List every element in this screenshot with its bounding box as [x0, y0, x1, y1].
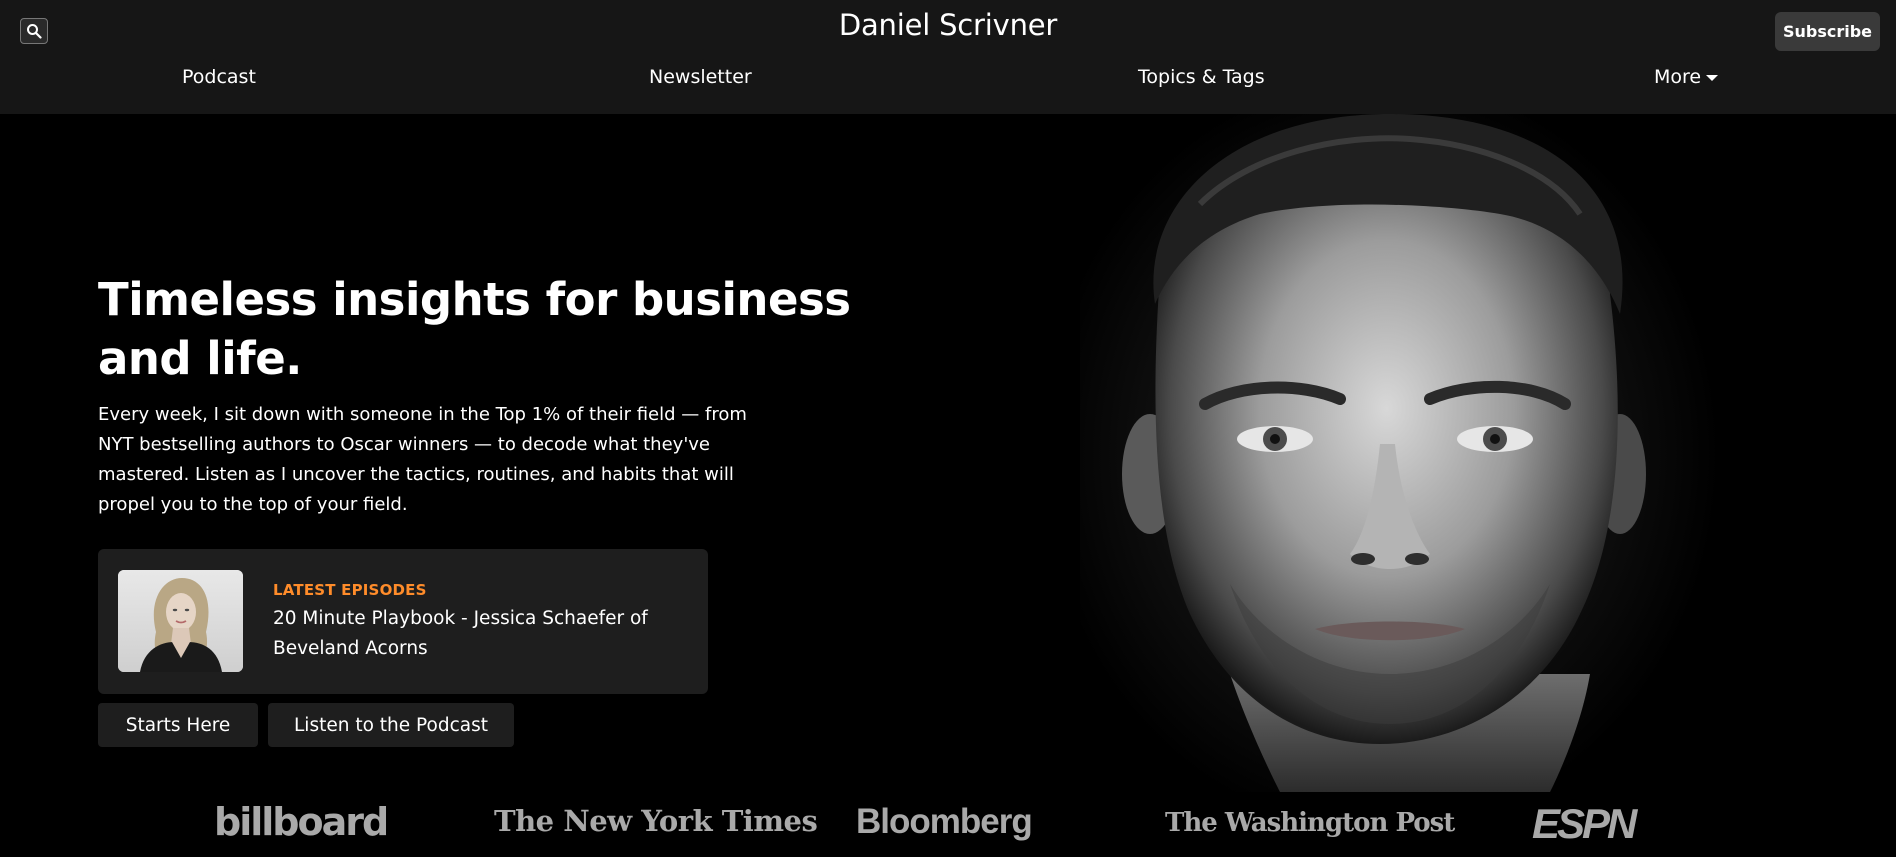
- billboard-logo: billboard: [214, 800, 389, 844]
- episode-thumbnail: [118, 570, 243, 672]
- chevron-down-icon: [1706, 75, 1719, 81]
- nav-item-podcast[interactable]: Podcast: [182, 66, 256, 88]
- nav-item-more[interactable]: More: [1654, 66, 1719, 88]
- nyt-logo: The New York Times: [494, 804, 818, 838]
- latest-episodes-label: LATEST EPISODES: [273, 581, 427, 599]
- washington-post-logo: The Washington Post: [1165, 808, 1455, 838]
- starts-here-button[interactable]: Starts Here: [98, 703, 258, 747]
- latest-episode-card[interactable]: LATEST EPISODES 20 Minute Playbook - Jes…: [98, 549, 708, 694]
- site-header: Daniel Scrivner Subscribe Podcast Newsle…: [0, 0, 1896, 114]
- hero-description: Every week, I sit down with someone in t…: [98, 404, 747, 515]
- bloomberg-logo: Bloomberg: [856, 802, 1033, 841]
- episode-title-link[interactable]: 20 Minute Playbook - Jessica Schaefer of…: [273, 604, 673, 664]
- press-logos: billboard The New York Times Bloomberg T…: [0, 800, 1896, 857]
- espn-logo: ESPN: [1532, 800, 1637, 847]
- hero-title: Timeless insights for business and life.: [98, 273, 851, 385]
- nav-item-newsletter[interactable]: Newsletter: [649, 66, 752, 88]
- nav-item-more-label: More: [1654, 66, 1702, 88]
- hero-portrait-image: [1080, 114, 1760, 792]
- main-nav: Podcast Newsletter Topics & Tags More: [0, 66, 1896, 94]
- nav-item-topics-tags[interactable]: Topics & Tags: [1138, 66, 1265, 88]
- site-title[interactable]: Daniel Scrivner: [0, 8, 1896, 42]
- listen-podcast-button[interactable]: Listen to the Podcast: [268, 703, 514, 747]
- subscribe-button[interactable]: Subscribe: [1775, 12, 1880, 51]
